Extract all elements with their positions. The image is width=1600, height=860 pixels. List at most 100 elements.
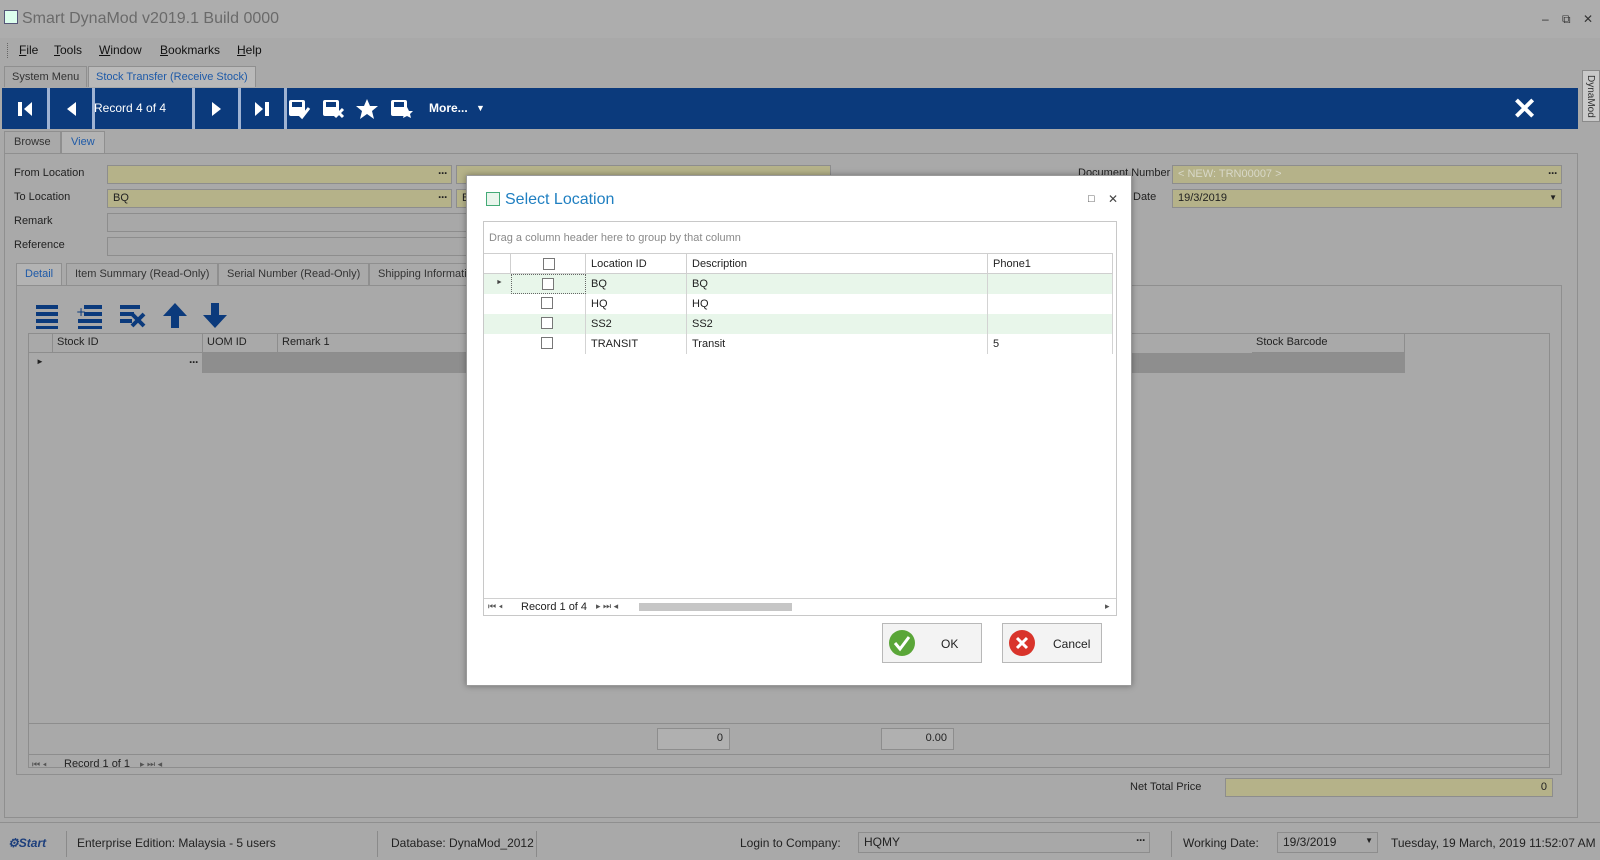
- menu-grip: [7, 43, 9, 58]
- tab-browse[interactable]: Browse: [4, 131, 61, 153]
- select-cell[interactable]: [511, 294, 586, 314]
- save-as-template-button[interactable]: [384, 88, 418, 129]
- column-header-description[interactable]: Description: [687, 253, 988, 274]
- select-cell[interactable]: [511, 334, 586, 354]
- nav-first-prev-icon[interactable]: ⏮ ◂: [488, 601, 503, 612]
- delete-row-icon[interactable]: [118, 300, 148, 330]
- svg-text:+: +: [76, 305, 86, 319]
- arrow-down-icon[interactable]: [200, 300, 230, 330]
- total-quantity: 0: [657, 728, 730, 750]
- menu-tools[interactable]: Tools: [54, 43, 82, 57]
- date-value: 19/3/2019: [1178, 192, 1227, 204]
- ellipsis-icon: ···: [438, 166, 448, 180]
- row-checkbox[interactable]: [542, 278, 554, 290]
- side-panel-tab[interactable]: DynaMod: [1582, 70, 1600, 122]
- column-header-location-id[interactable]: Location ID: [586, 253, 687, 274]
- last-record-button[interactable]: [241, 88, 283, 129]
- next-record-button[interactable]: [195, 88, 237, 129]
- insert-row-icon[interactable]: +: [76, 300, 106, 330]
- date-field[interactable]: 19/3/2019 ▼: [1172, 189, 1562, 208]
- row-pointer-icon: ►: [496, 279, 503, 286]
- table-row[interactable]: HQ HQ: [484, 294, 1113, 314]
- restore-button[interactable]: ⧉: [1562, 12, 1571, 27]
- tab-system-menu[interactable]: System Menu: [4, 66, 88, 87]
- footer-divider: [28, 723, 1550, 724]
- menu-bookmarks[interactable]: Bookmarks: [160, 43, 220, 57]
- from-location-field[interactable]: ···: [107, 165, 452, 184]
- group-panel-hint: Drag a column header here to group by th…: [489, 232, 741, 244]
- working-date-field[interactable]: 19/3/2019 ▼: [1277, 832, 1378, 853]
- login-company-label: Login to Company:: [740, 836, 841, 850]
- column-header-stock-barcode[interactable]: Stock Barcode: [1252, 333, 1405, 353]
- close-window-button[interactable]: ✕: [1583, 12, 1593, 26]
- record-toolbar: Record 4 of 4 More... ▼ ✕: [2, 88, 1578, 129]
- column-header-stock-id[interactable]: Stock ID: [53, 333, 203, 353]
- minimize-button[interactable]: –: [1542, 12, 1549, 26]
- row-checkbox[interactable]: [541, 317, 553, 329]
- menu-bar: File Tools Window Bookmarks Help: [0, 40, 1600, 62]
- tab-view[interactable]: View: [61, 131, 105, 153]
- status-separator: [536, 831, 537, 857]
- row-pointer-icon: ►: [36, 357, 44, 366]
- cancel-button[interactable]: Cancel: [1002, 623, 1102, 663]
- document-number-field[interactable]: < NEW: TRN00007 > ···: [1172, 165, 1562, 184]
- nav-next-last-icon[interactable]: ▸ ⏭ ◂: [596, 601, 618, 612]
- save-button[interactable]: [282, 88, 316, 129]
- tab-shipping-information[interactable]: Shipping Informati: [369, 263, 476, 285]
- phone-cell: 5: [988, 334, 1113, 354]
- ok-button[interactable]: OK: [882, 623, 982, 663]
- table-row[interactable]: SS2 SS2: [484, 314, 1113, 334]
- arrow-up-icon[interactable]: [160, 300, 190, 330]
- first-record-button[interactable]: [4, 88, 46, 129]
- tab-detail[interactable]: Detail: [16, 263, 63, 285]
- column-header-uom-id[interactable]: UOM ID: [203, 333, 278, 353]
- bookmark-button[interactable]: [350, 88, 384, 129]
- more-menu-button[interactable]: More...: [429, 101, 468, 115]
- save-close-button[interactable]: [316, 88, 350, 129]
- menu-window[interactable]: Window: [99, 43, 142, 57]
- remark-field[interactable]: [107, 213, 467, 232]
- select-all-checkbox[interactable]: [543, 258, 555, 270]
- menu-help[interactable]: Help: [237, 43, 262, 57]
- list-icon[interactable]: [34, 300, 64, 330]
- tab-serial-number[interactable]: Serial Number (Read-Only): [218, 263, 370, 285]
- save-close-icon: [323, 99, 345, 118]
- column-header-phone1[interactable]: Phone1: [988, 253, 1113, 274]
- reference-field[interactable]: [107, 237, 467, 256]
- select-cell[interactable]: [511, 314, 586, 334]
- stock-id-cell[interactable]: ···: [53, 353, 203, 373]
- table-row[interactable]: TRANSIT Transit 5: [484, 334, 1113, 354]
- maximize-icon[interactable]: □: [1088, 193, 1095, 205]
- dialog-close-button[interactable]: ✕: [1108, 192, 1118, 206]
- row-checkbox[interactable]: [541, 337, 553, 349]
- tab-stock-transfer[interactable]: Stock Transfer (Receive Stock): [88, 66, 256, 87]
- tab-item-summary[interactable]: Item Summary (Read-Only): [66, 263, 219, 285]
- to-location-field[interactable]: BQ ···: [107, 189, 452, 208]
- horizontal-scrollbar[interactable]: [639, 603, 792, 611]
- start-label: Start: [18, 836, 47, 850]
- table-row[interactable]: ► BQ BQ: [484, 274, 1113, 294]
- column-header-remark-1[interactable]: Remark 1: [278, 333, 468, 353]
- last-record-icon: [255, 101, 269, 116]
- status-separator: [66, 831, 67, 857]
- phone-cell: [988, 294, 1113, 314]
- to-location-label: To Location: [14, 191, 71, 203]
- scroll-right-icon[interactable]: ▸: [1105, 601, 1110, 612]
- record-position-label: Record 4 of 4: [94, 101, 167, 115]
- grid-edge: [1112, 274, 1113, 354]
- menu-file[interactable]: File: [19, 43, 38, 57]
- previous-record-button[interactable]: [50, 88, 92, 129]
- status-separator: [377, 831, 378, 857]
- row-indicator-header: [28, 333, 53, 353]
- save-star-icon: [391, 99, 413, 118]
- company-field[interactable]: HQMY ···: [858, 832, 1150, 853]
- grid-nav-next-last-icon[interactable]: ▸ ⏭ ◂: [140, 759, 162, 770]
- select-cell[interactable]: [511, 274, 586, 294]
- start-button[interactable]: ⚙Start: [8, 836, 46, 850]
- select-all-header[interactable]: [511, 253, 586, 274]
- grid-nav-first-prev-icon[interactable]: ⏮ ◂: [32, 759, 47, 770]
- location-id-cell: TRANSIT: [586, 334, 687, 354]
- row-checkbox[interactable]: [541, 297, 553, 309]
- check-icon: [889, 630, 915, 656]
- close-document-button[interactable]: ✕: [1512, 92, 1537, 127]
